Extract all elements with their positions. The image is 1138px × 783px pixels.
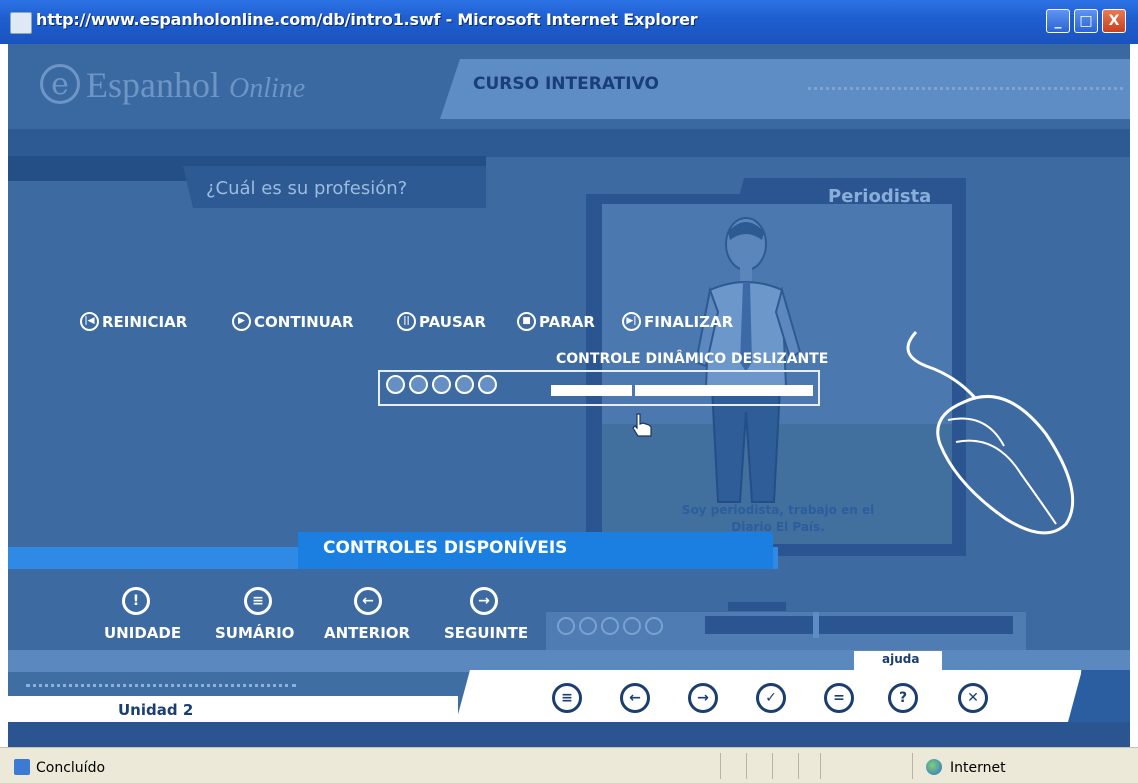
next-label: SEGUINTE <box>444 624 529 642</box>
dim-slider-track[interactable] <box>705 616 1013 634</box>
dim-stop-icon[interactable] <box>623 617 641 635</box>
exit-icon[interactable]: ✕ <box>958 683 988 713</box>
mini-controls <box>386 375 497 394</box>
header-divider <box>8 129 1130 157</box>
previous-label: ANTERIOR <box>324 624 411 642</box>
status-separator <box>720 753 721 779</box>
slider-track[interactable] <box>551 385 813 396</box>
status-text: Concluído <box>36 760 106 776</box>
dim-play-icon[interactable] <box>579 617 597 635</box>
restart-control[interactable]: |◀ REINICIAR <box>80 312 187 331</box>
logo-text: Espanhol Online <box>86 65 306 105</box>
question-title: ¿Cuál es su profesión? <box>206 178 408 199</box>
dim-player-buttons <box>557 617 663 635</box>
current-unit-label: Unidad 2 <box>118 701 194 719</box>
continue-control[interactable]: ▶ CONTINUAR <box>232 312 354 331</box>
header-dots-divider <box>808 87 1123 90</box>
play-icon: ▶ <box>232 312 251 331</box>
notes-icon[interactable]: = <box>824 683 854 713</box>
stop-control[interactable]: ■ PARAR <box>517 312 595 331</box>
restart-icon: |◀ <box>80 312 99 331</box>
flash-stage: e Espanhol Online CURSO INTERATIVO ¿Cuál… <box>8 44 1130 747</box>
bottom-nav-top-band <box>8 650 1130 672</box>
unit-label: UNIDADE <box>104 624 182 642</box>
pause-icon: || <box>397 312 416 331</box>
mini-stop-icon[interactable] <box>455 375 474 394</box>
controls-panel-title: CONTROLES DISPONÍVEIS <box>323 538 568 558</box>
page-done-icon <box>14 759 30 775</box>
status-separator <box>912 753 913 779</box>
restart-label: REINICIAR <box>102 312 188 331</box>
status-separator <box>820 753 821 779</box>
window-title: http://www.espanholonline.com/db/intro1.… <box>36 10 698 29</box>
finish-control[interactable]: ▶| FINALIZAR <box>622 312 733 331</box>
bottom-dots-divider <box>26 684 296 687</box>
nav-previous-icon[interactable]: ← <box>620 683 650 713</box>
status-bar: Concluído Internet <box>0 747 1138 783</box>
stop-label: PARAR <box>539 312 595 331</box>
summary-label: SUMÁRIO <box>215 624 295 642</box>
continue-label: CONTINUAR <box>254 312 354 331</box>
summary-icon[interactable]: ≡ <box>244 587 272 615</box>
mini-restart-icon[interactable] <box>386 375 405 394</box>
internet-zone-icon <box>926 759 942 775</box>
end-icon: ▶| <box>622 312 641 331</box>
pause-control[interactable]: || PAUSAR <box>397 312 486 331</box>
ie-page-icon <box>10 12 32 34</box>
dim-restart-icon[interactable] <box>557 617 575 635</box>
logo-mark: e <box>40 64 80 104</box>
check-icon[interactable]: ✓ <box>756 683 786 713</box>
help-icon[interactable]: ? <box>888 683 918 713</box>
maximize-button[interactable]: □ <box>1074 9 1098 33</box>
mouse-illustration <box>906 330 1075 535</box>
mini-end-icon[interactable] <box>478 375 497 394</box>
minimize-button[interactable]: _ <box>1046 9 1070 33</box>
unit-label-strip <box>8 696 458 722</box>
dim-end-icon[interactable] <box>645 617 663 635</box>
close-window-button[interactable]: X <box>1102 9 1126 33</box>
slider-caption: CONTROLE DINÂMICO DESLIZANTE <box>556 351 829 367</box>
unit-icon[interactable]: ! <box>122 587 150 615</box>
previous-icon[interactable]: ← <box>354 587 382 615</box>
finish-label: FINALIZAR <box>644 312 734 331</box>
status-separator <box>746 753 747 779</box>
hand-cursor-icon <box>632 413 652 437</box>
security-zone-text: Internet <box>950 760 1006 776</box>
mini-pause-icon[interactable] <box>432 375 451 394</box>
dim-slider-thumb[interactable] <box>813 612 819 638</box>
status-separator <box>798 753 799 779</box>
mini-play-icon[interactable] <box>409 375 428 394</box>
nav-next-icon[interactable]: → <box>688 683 718 713</box>
window-title-bar[interactable]: http://www.espanholonline.com/db/intro1.… <box>0 0 1138 44</box>
status-separator <box>772 753 773 779</box>
dim-player-tab <box>728 602 786 611</box>
course-tab-title: CURSO INTERATIVO <box>473 74 659 94</box>
help-label: ajuda <box>882 652 920 666</box>
profession-card-caption: Soy periodista, trabajo en el Diario El … <box>681 503 875 534</box>
slider-thumb[interactable] <box>632 380 636 400</box>
dim-pause-icon[interactable] <box>601 617 619 635</box>
menu-icon[interactable]: ≡ <box>552 683 582 713</box>
pause-label: PAUSAR <box>419 312 486 331</box>
stop-icon: ■ <box>517 312 536 331</box>
next-icon[interactable]: → <box>470 587 498 615</box>
bottom-nav-base <box>8 722 1130 747</box>
